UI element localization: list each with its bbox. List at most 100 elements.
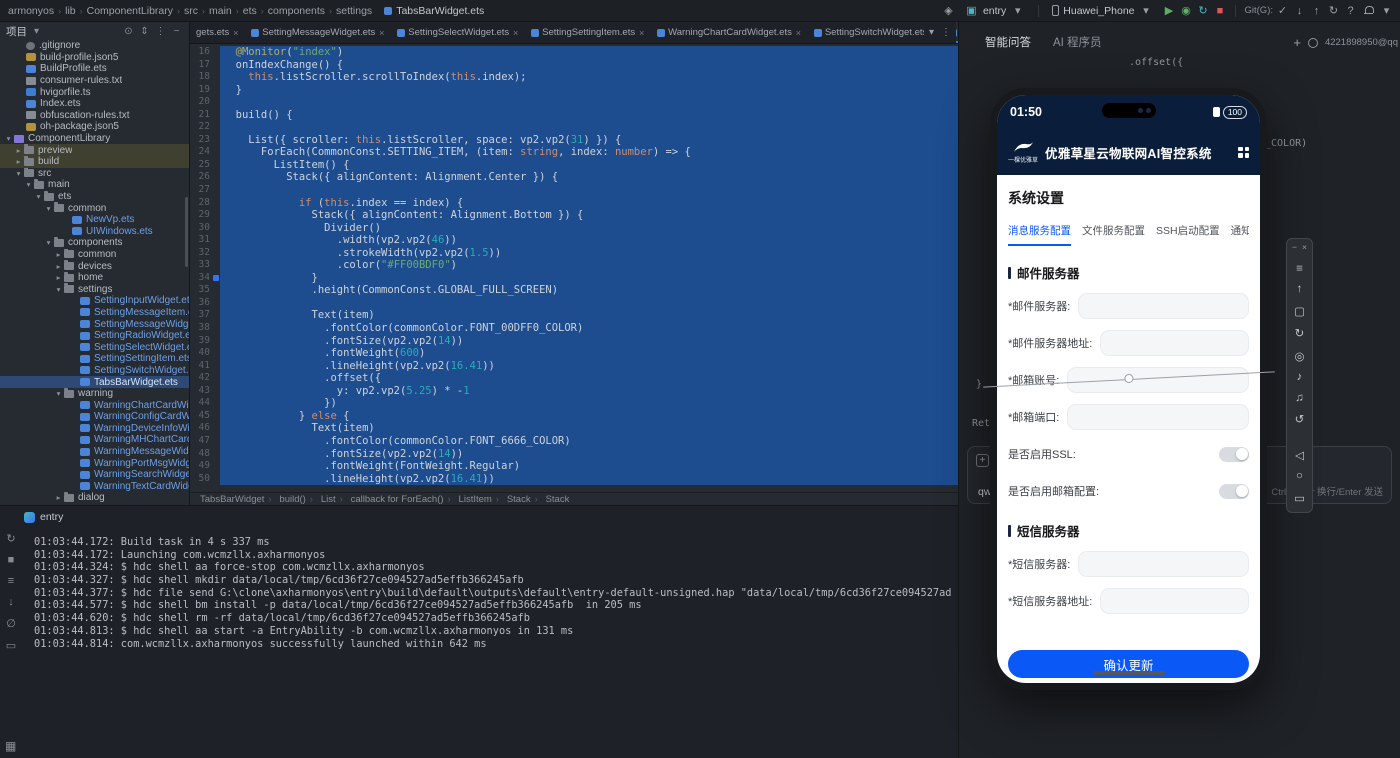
scroll-to-end-icon[interactable]: ↓ <box>8 596 14 608</box>
debug-button[interactable]: ◉ <box>1179 4 1194 17</box>
tree-item[interactable]: WarningDeviceInfoWidget.ets <box>0 423 189 435</box>
apps-grid-icon[interactable] <box>1238 146 1249 158</box>
code-line[interactable]: 18 this.listScroller.scrollToIndex(this.… <box>190 71 958 84</box>
code-line[interactable]: 45 } else { <box>190 409 958 423</box>
device-select[interactable]: Huawei_Phone ▾ <box>1046 4 1159 17</box>
code-line[interactable]: 33 .color("#FF00BDF0") <box>190 259 958 272</box>
volume-up-icon[interactable]: ♪ <box>1297 371 1303 383</box>
tree-item[interactable]: WarningConfigCardWidget.ets <box>0 411 189 423</box>
tree-item[interactable]: hvigorfile.ts <box>0 86 189 98</box>
tree-chevron-icon[interactable]: ▾ <box>44 204 53 213</box>
tree-chevron-icon[interactable]: ▾ <box>24 180 33 189</box>
menu-icon[interactable]: ≡ <box>1296 263 1303 275</box>
locate-icon[interactable]: ⊙ <box>122 26 135 37</box>
rotate-icon[interactable]: ↺ <box>1295 412 1305 426</box>
code-line[interactable]: 28 if (this.index == index) { <box>190 196 958 210</box>
tree-chevron-icon[interactable]: ▸ <box>54 493 63 502</box>
breadcrumb-item[interactable]: build() › <box>277 494 318 505</box>
tree-item[interactable]: ▸ preview <box>0 144 189 156</box>
code-line[interactable]: 23 List({ scroller: this.listScroller, s… <box>190 133 958 147</box>
chevron-down-icon[interactable]: ▾ <box>30 26 43 37</box>
text-input[interactable] <box>1078 293 1249 319</box>
tree-item[interactable]: ▾ common <box>0 202 189 214</box>
close-icon[interactable]: × <box>512 28 519 38</box>
code-line[interactable]: 46 Text(item) <box>190 422 958 435</box>
code-line[interactable]: 38 .fontColor(commonColor.FONT_00DFF0_CO… <box>190 322 958 335</box>
toggle-switch[interactable] <box>1219 483 1249 499</box>
tree-item[interactable]: SettingMessageWidget.ets <box>0 318 189 330</box>
tree-item[interactable]: oh-package.json5 <box>0 121 189 133</box>
close-icon[interactable]: × <box>232 28 239 38</box>
widgets-icon[interactable]: ◈ <box>941 4 956 17</box>
run-button[interactable]: ▶ <box>1162 4 1177 17</box>
run-config-select[interactable]: ▣ entry ▾ <box>958 4 1031 18</box>
tree-chevron-icon[interactable]: ▸ <box>14 157 23 166</box>
code-line[interactable]: 30 Divider() <box>190 221 958 235</box>
close-icon[interactable]: × <box>638 28 645 38</box>
code-line[interactable]: 42 .offset({ <box>190 372 958 385</box>
tree-item[interactable]: WarningPortMsgWidget.ets <box>0 457 189 469</box>
breadcrumb-item[interactable]: ComponentLibrary › <box>85 5 182 17</box>
tree-chevron-icon[interactable]: ▸ <box>54 250 63 259</box>
tab-options-icon[interactable]: ⋮ <box>941 27 951 38</box>
attach-icon[interactable]: + <box>976 454 989 467</box>
tree-item[interactable]: ▾ components <box>0 237 189 249</box>
stop-icon[interactable]: ■ <box>8 554 15 566</box>
tree-item[interactable]: WarningMHChartCardWidget.ets <box>0 434 189 446</box>
git-check-icon[interactable]: ✓ <box>1275 4 1290 17</box>
breadcrumb-item[interactable]: components › <box>266 5 334 17</box>
settings-tab[interactable]: 通知媒体配置 <box>1231 223 1249 246</box>
tree-chevron-icon[interactable]: ▸ <box>54 273 63 282</box>
breadcrumb-item[interactable]: ListItem › <box>457 494 505 505</box>
editor-tab[interactable]: SettingMessageWidget.ets × <box>245 22 391 43</box>
rerun-icon[interactable]: ↻ <box>6 532 15 545</box>
tree-item[interactable]: ▾ ets <box>0 190 189 203</box>
options-icon[interactable]: ≡ <box>8 575 14 587</box>
code-line[interactable]: 16 @Monitor("index") <box>190 46 958 59</box>
breadcrumb-item[interactable]: Stack <box>544 494 580 505</box>
close-icon[interactable]: × <box>795 28 802 38</box>
tree-item[interactable]: obfuscation-rules.txt <box>0 110 189 122</box>
code-editor[interactable]: 16 @Monitor("index") 17 onIndexChange() … <box>190 44 958 492</box>
breadcrumb-item[interactable]: main › <box>207 5 241 17</box>
tree-item[interactable]: TabsBarWidget.ets <box>0 376 189 388</box>
editor-tab[interactable]: SettingSettingItem.ets × <box>525 22 651 43</box>
tree-item[interactable]: WarningChartCardWidget.ets <box>0 399 189 411</box>
ai-panel-tab[interactable]: 智能问答 <box>985 34 1031 50</box>
git-push-icon[interactable]: ↑ <box>1309 5 1324 17</box>
active-file-chip[interactable]: TabsBarWidget.ets <box>378 5 490 17</box>
new-chat-icon[interactable]: + <box>1293 35 1301 50</box>
tree-item[interactable]: Index.ets <box>0 98 189 110</box>
tree-chevron-icon[interactable]: ▾ <box>14 169 23 178</box>
tree-item[interactable]: SettingSwitchWidget.ets <box>0 365 189 377</box>
terminal-corner-icon[interactable]: ▦ <box>5 739 16 753</box>
tree-item[interactable]: ▸ common <box>0 248 189 261</box>
tree-item[interactable]: .gitignore <box>0 40 189 52</box>
tree-item[interactable]: ▾ src <box>0 167 189 180</box>
code-line[interactable]: 49 .fontWeight(FontWeight.Regular) <box>190 460 958 473</box>
run-tab[interactable]: entry <box>24 511 63 523</box>
toggle-switch[interactable] <box>1219 446 1249 462</box>
delete-icon[interactable]: ▭ <box>6 639 16 652</box>
locate-icon[interactable]: ◎ <box>1294 349 1304 363</box>
tree-item[interactable]: ▾ warning <box>0 387 189 400</box>
editor-tab[interactable]: SettingSelectWidget.ets × <box>391 22 525 43</box>
project-title[interactable]: 项目 <box>6 24 27 39</box>
breadcrumb-item[interactable]: ets › <box>241 5 266 17</box>
screenshot-icon[interactable]: ▢ <box>1294 304 1305 318</box>
more-icon[interactable]: ⋮ <box>154 26 167 37</box>
breadcrumb-item[interactable]: TabsBarWidget › <box>198 494 277 505</box>
close-icon[interactable]: × <box>1302 242 1307 252</box>
breadcrumb-item[interactable]: callback for ForEach() › <box>349 494 457 505</box>
scrollbar[interactable] <box>185 197 188 267</box>
tree-item[interactable]: consumer-rules.txt <box>0 75 189 87</box>
code-line[interactable]: 43 y: vp2.vp2(5.25) * -1 <box>190 384 958 398</box>
chevron-down-icon[interactable]: ▾ <box>1379 4 1394 17</box>
tree-item[interactable]: ▸ devices <box>0 260 189 272</box>
code-line[interactable]: 36 <box>190 296 958 310</box>
breadcrumb-item[interactable]: armonyos › <box>6 5 63 17</box>
code-line[interactable]: 21 build() { <box>190 108 958 122</box>
tree-chevron-icon[interactable]: ▾ <box>44 238 53 247</box>
hidden-tabs-icon[interactable]: ▾ <box>929 27 934 38</box>
code-line[interactable]: 26 Stack({ alignContent: Alignment.Cente… <box>190 171 958 185</box>
